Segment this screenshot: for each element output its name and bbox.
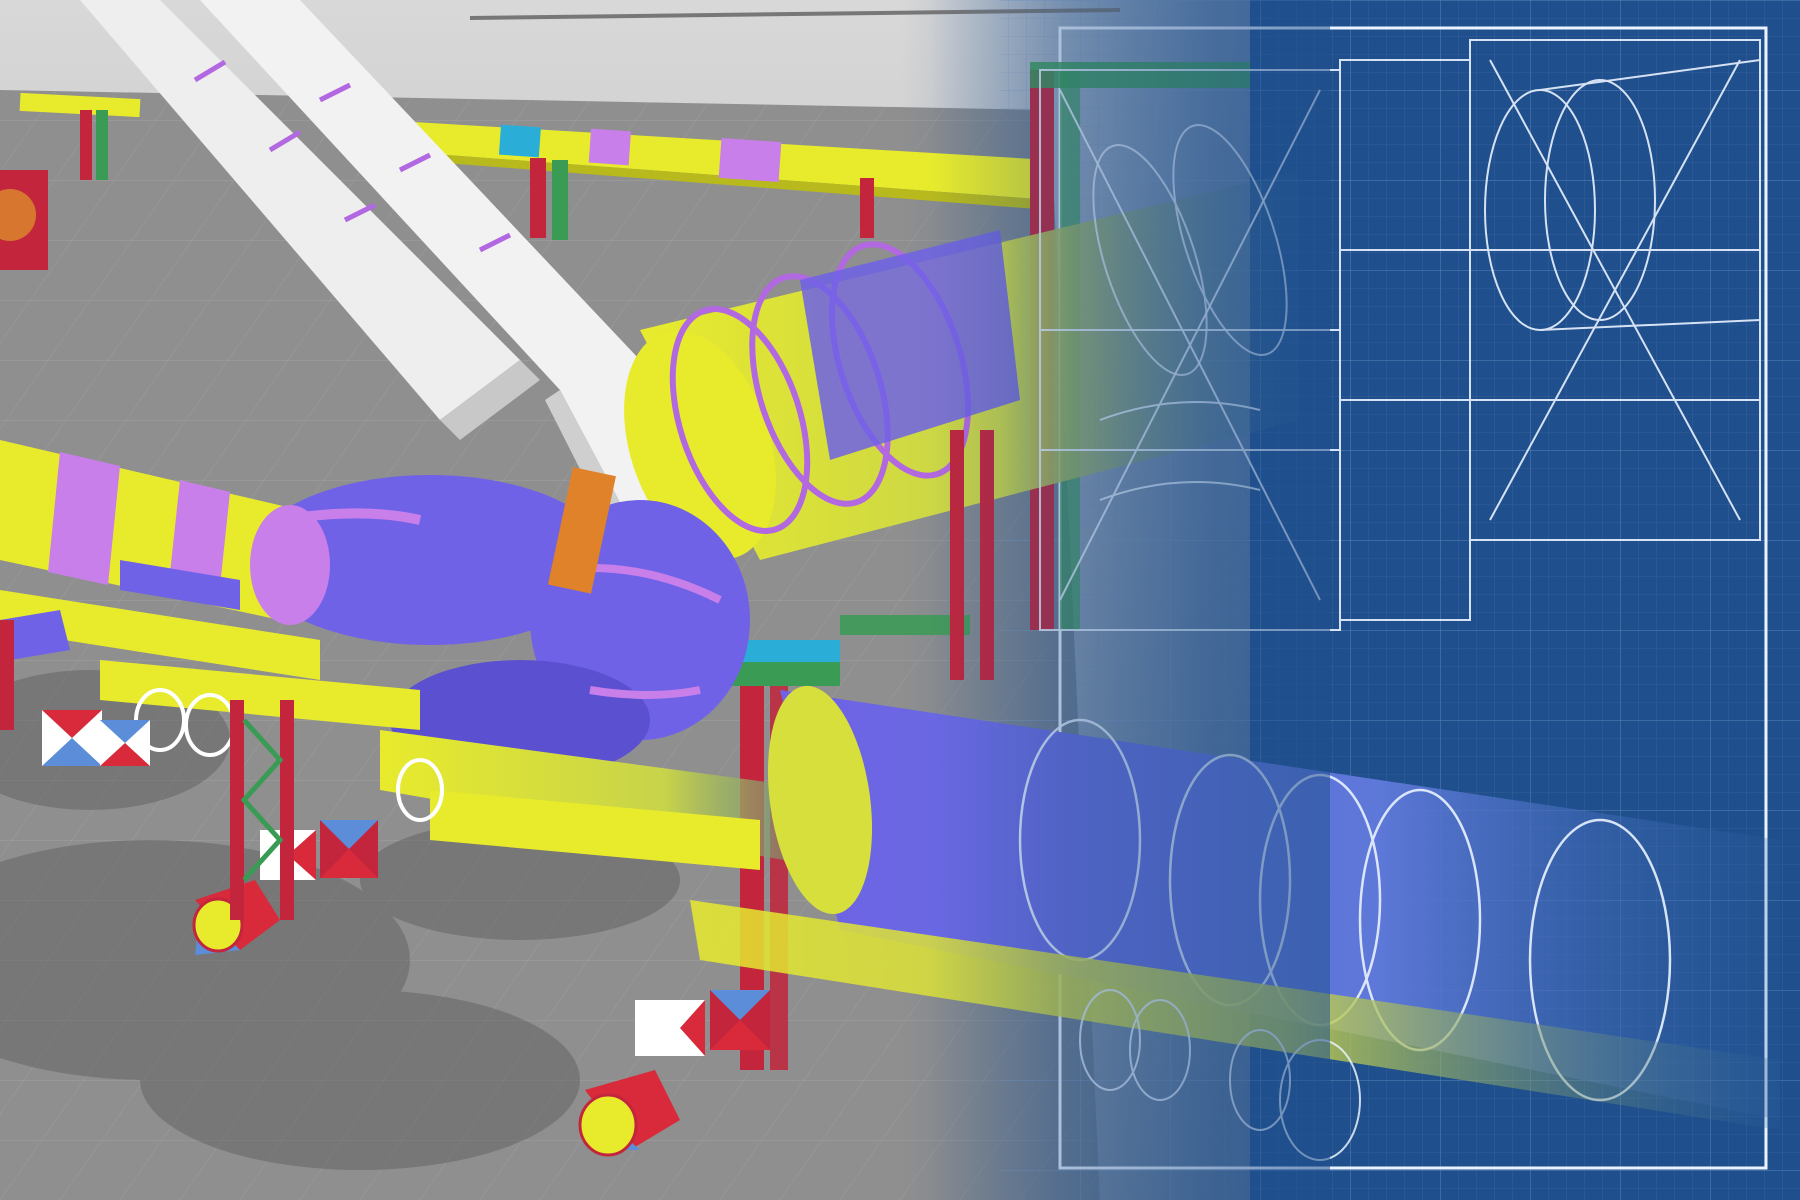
piping-render-scene [0, 0, 1800, 1200]
blend-overlay [930, 0, 1330, 1200]
lattice-support-2 [0, 620, 14, 730]
duct-transition-1 [42, 710, 102, 766]
duct-transition-6 [635, 1000, 705, 1056]
duct-transition-4 [320, 820, 378, 878]
far-red-duct [0, 170, 48, 270]
duct-transition-7 [710, 990, 770, 1050]
duct-transition-2 [100, 720, 150, 766]
